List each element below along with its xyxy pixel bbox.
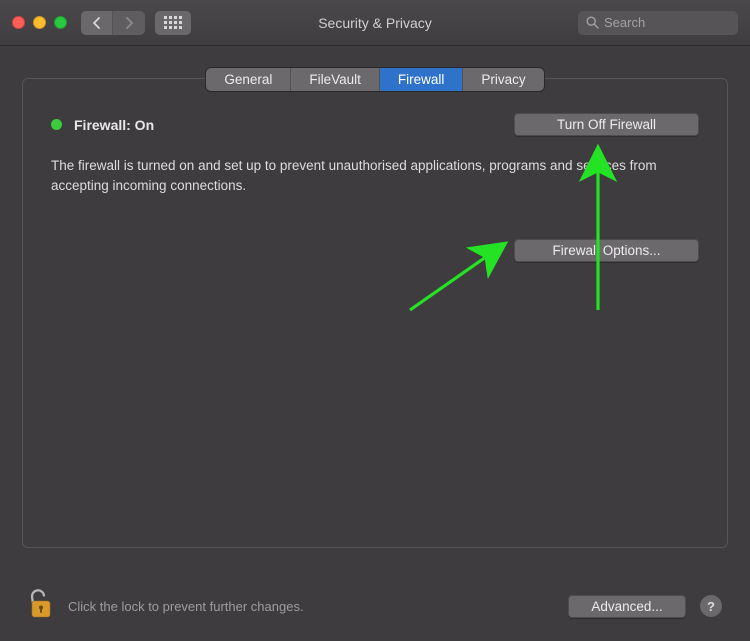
advanced-button[interactable]: Advanced...	[568, 595, 686, 618]
tab-filevault[interactable]: FileVault	[291, 68, 380, 91]
help-button[interactable]: ?	[700, 595, 722, 617]
minimize-window-button[interactable]	[33, 16, 46, 29]
titlebar: Security & Privacy	[0, 0, 750, 46]
back-button[interactable]	[81, 11, 113, 35]
lock-button[interactable]	[28, 588, 54, 625]
firewall-description: The firewall is turned on and set up to …	[51, 156, 691, 195]
footer-bar: Click the lock to prevent further change…	[0, 571, 750, 641]
tab-privacy[interactable]: Privacy	[463, 68, 543, 91]
zoom-window-button[interactable]	[54, 16, 67, 29]
forward-button[interactable]	[113, 11, 145, 35]
lock-open-icon	[28, 588, 54, 620]
nav-buttons	[81, 11, 145, 35]
tab-firewall[interactable]: Firewall	[380, 68, 464, 91]
search-input[interactable]	[604, 15, 730, 30]
search-icon	[586, 16, 599, 29]
grid-icon	[164, 16, 182, 29]
tab-general[interactable]: General	[206, 68, 291, 91]
firewall-options-button[interactable]: Firewall Options...	[514, 239, 699, 262]
search-field[interactable]	[578, 11, 738, 35]
window-controls	[12, 16, 67, 29]
tab-bar: General FileVault Firewall Privacy	[0, 68, 750, 91]
close-window-button[interactable]	[12, 16, 25, 29]
turn-off-firewall-button[interactable]: Turn Off Firewall	[514, 113, 699, 136]
show-all-button[interactable]	[155, 11, 191, 35]
status-dot-icon	[51, 119, 62, 130]
chevron-right-icon	[125, 17, 134, 29]
firewall-panel: Firewall: On Turn Off Firewall The firew…	[22, 78, 728, 548]
firewall-status-row: Firewall: On Turn Off Firewall	[51, 113, 699, 136]
firewall-status-label: Firewall: On	[74, 117, 154, 133]
lock-hint-text: Click the lock to prevent further change…	[68, 599, 304, 614]
chevron-left-icon	[92, 17, 101, 29]
